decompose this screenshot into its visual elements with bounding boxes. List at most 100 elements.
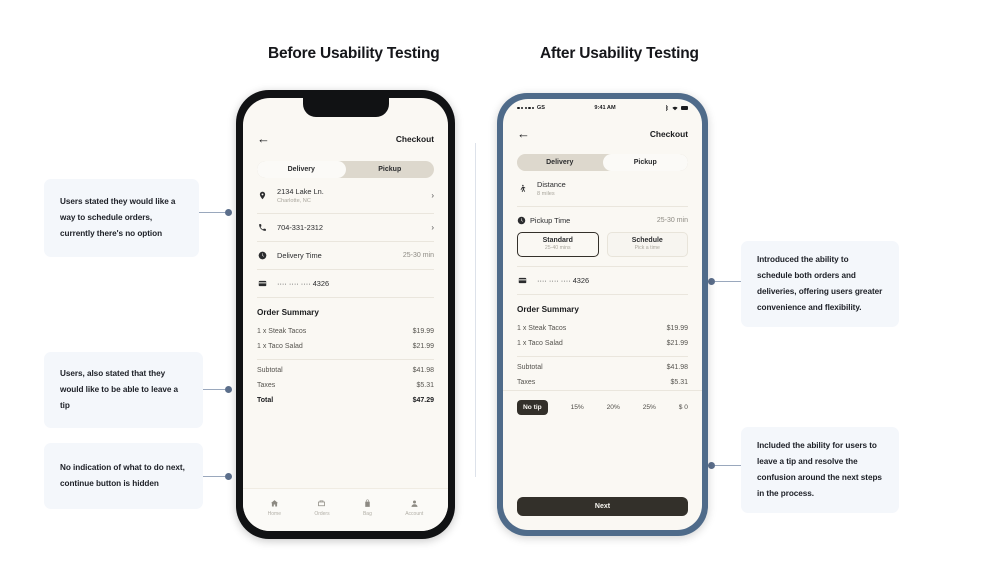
callout-text: Users, also stated that they would like … xyxy=(60,369,179,410)
connector-stem xyxy=(199,212,225,213)
phone-icon xyxy=(257,223,268,232)
row-label: 2134 Lake Ln. xyxy=(277,187,324,196)
phone-notch xyxy=(302,98,389,117)
summary-item: 1 x Taco Salad $21.99 xyxy=(517,336,688,351)
tip-option-15[interactable]: 15% xyxy=(571,404,584,411)
tab-label: Bag xyxy=(362,511,372,517)
connector-stem xyxy=(715,281,741,282)
column-divider xyxy=(475,143,476,477)
delivery-pickup-toggle[interactable]: Delivery Pickup xyxy=(517,154,688,171)
row-value: 25-30 min xyxy=(402,252,434,259)
tab-delivery[interactable]: Delivery xyxy=(517,154,603,171)
phone-mockup-before: ← Checkout Delivery Pickup 2134 Lake Ln.… xyxy=(236,90,455,539)
callout-leave-a-tip: Users, also stated that they would like … xyxy=(44,352,203,428)
heading-before: Before Usability Testing xyxy=(268,45,440,62)
item-amount: $19.99 xyxy=(666,325,688,332)
heading-after: After Usability Testing xyxy=(540,45,699,62)
arrow-left-icon[interactable]: ← xyxy=(517,127,530,140)
pickup-time-header: Pickup Time 25-30 min xyxy=(503,207,702,232)
order-summary-before: Order Summary 1 x Steak Tacos $19.99 1 x… xyxy=(243,298,448,408)
row-content: ···· ···· ···· 4326 xyxy=(277,279,434,288)
callout-schedule-orders: Users stated they would like a way to sc… xyxy=(44,179,199,257)
tip-selector: No tip 15% 20% 25% $ 0 xyxy=(503,390,702,423)
item-amount: $21.99 xyxy=(666,340,688,347)
item-label: 1 x Steak Tacos xyxy=(257,328,307,335)
row-content: Delivery Time xyxy=(277,251,394,260)
total-amount: $41.98 xyxy=(412,367,434,374)
tip-option-25[interactable]: 25% xyxy=(643,404,656,411)
arrow-left-icon[interactable]: ← xyxy=(257,132,270,145)
total-amount: $47.29 xyxy=(412,397,434,404)
row-address[interactable]: 2134 Lake Ln. Charlotte, NC › xyxy=(257,178,434,214)
total-label: Total xyxy=(257,397,274,404)
status-carrier: GS xyxy=(517,105,545,111)
summary-subtotal: Subtotal $41.98 xyxy=(257,359,434,378)
callout-included-tipping: Included the ability for users to leave … xyxy=(741,427,899,513)
page-title: Checkout xyxy=(649,128,688,139)
row-payment-card[interactable]: ···· ···· ···· 4326 xyxy=(517,266,688,295)
option-schedule[interactable]: Schedule Pick a time xyxy=(606,232,688,257)
chevron-right-icon[interactable]: › xyxy=(431,191,434,200)
bluetooth-icon xyxy=(665,105,669,111)
row-label: Delivery Time xyxy=(277,251,322,260)
summary-taxes: Taxes $5.31 xyxy=(257,378,434,393)
tab-label: Account xyxy=(405,511,424,517)
next-button[interactable]: Next xyxy=(517,497,688,516)
signal-strength-icon xyxy=(517,106,534,110)
bottom-tab-bar: Home Orders Bag Account xyxy=(243,488,448,531)
time-option-buttons: Standard 25-40 mins Schedule Pick a time xyxy=(503,232,702,266)
nav-bar: ← Checkout xyxy=(503,113,702,154)
tab-home[interactable]: Home xyxy=(268,499,281,517)
tab-bag[interactable]: Bag xyxy=(363,499,372,517)
row-content: 704-331-2312 xyxy=(277,223,422,232)
total-label: Subtotal xyxy=(257,367,283,374)
checkout-detail-rows: Distance 8 miles xyxy=(503,171,702,207)
summary-taxes: Taxes $5.31 xyxy=(517,375,688,390)
callout-text: Included the ability for users to leave … xyxy=(757,441,882,498)
callout-no-next-indication: No indication of what to do next, contin… xyxy=(44,443,203,509)
option-standard[interactable]: Standard 25-40 mins xyxy=(517,232,599,257)
callout-introduced-scheduling: Introduced the ability to schedule both … xyxy=(741,241,899,327)
total-label: Taxes xyxy=(517,379,536,386)
credit-card-icon xyxy=(257,279,268,288)
tab-pickup[interactable]: Pickup xyxy=(346,161,435,178)
row-label: Distance xyxy=(537,180,566,189)
location-pin-icon xyxy=(257,191,268,200)
tab-orders[interactable]: Orders xyxy=(314,499,330,517)
summary-item: 1 x Taco Salad $21.99 xyxy=(257,339,434,354)
connector-stem xyxy=(203,476,225,477)
callout-text: Introduced the ability to schedule both … xyxy=(757,255,883,312)
total-label: Taxes xyxy=(257,382,276,389)
credit-card-icon xyxy=(517,276,528,285)
option-subtitle: 25-40 mins xyxy=(544,245,571,251)
total-label: Subtotal xyxy=(517,364,543,371)
order-summary-title: Order Summary xyxy=(257,308,319,317)
tab-pickup[interactable]: Pickup xyxy=(602,154,688,171)
tip-option-no-tip[interactable]: No tip xyxy=(517,400,548,415)
connector-line xyxy=(203,385,232,394)
connector-dot xyxy=(225,473,232,480)
next-button-wrap: Next xyxy=(503,497,702,530)
row-content: 2134 Lake Ln. Charlotte, NC xyxy=(277,187,422,204)
clock-icon xyxy=(257,251,268,260)
tab-account[interactable]: Account xyxy=(405,499,423,517)
row-label: ···· ···· ···· 4326 xyxy=(537,276,590,285)
total-amount: $5.31 xyxy=(670,379,688,386)
chevron-right-icon[interactable]: › xyxy=(431,223,434,232)
row-payment-card[interactable]: ···· ···· ···· 4326 xyxy=(257,270,434,298)
battery-icon xyxy=(681,106,688,110)
checkout-detail-rows: 2134 Lake Ln. Charlotte, NC › 704-331-23… xyxy=(243,178,448,298)
option-subtitle: Pick a time xyxy=(634,245,660,251)
tip-amount[interactable]: $ 0 xyxy=(679,404,688,411)
pickup-time-label: Pickup Time xyxy=(530,216,571,225)
tab-delivery[interactable]: Delivery xyxy=(257,161,346,178)
summary-total: Total $47.29 xyxy=(257,393,434,408)
item-label: 1 x Taco Salad xyxy=(257,343,303,350)
item-label: 1 x Steak Tacos xyxy=(517,325,567,332)
page-title: Checkout xyxy=(395,133,434,144)
tip-option-20[interactable]: 20% xyxy=(607,404,620,411)
delivery-pickup-toggle[interactable]: Delivery Pickup xyxy=(257,161,434,178)
row-phone-number[interactable]: 704-331-2312 › xyxy=(257,214,434,242)
connector-stem xyxy=(715,465,741,466)
connector-dot xyxy=(708,462,715,469)
